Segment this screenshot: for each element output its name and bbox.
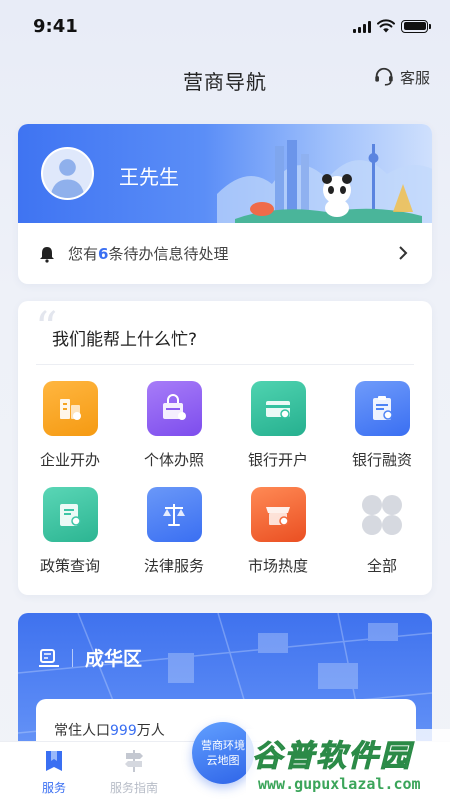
help-title: 我们能帮上什么忙?: [52, 330, 198, 350]
todo-suffix: 条待办信息待处理: [108, 245, 229, 263]
divider: [36, 364, 414, 365]
tab-label: 服务指南: [109, 781, 158, 795]
map-button-line1: 营商环境: [201, 739, 245, 752]
city-skyline-illustration: [217, 140, 432, 223]
todo-notice[interactable]: 您有6条待办信息待处理: [18, 223, 432, 284]
wifi-icon: [377, 19, 395, 33]
chevron-right-icon: [399, 246, 408, 260]
avatar[interactable]: [41, 147, 94, 200]
signpost-icon: [125, 750, 143, 772]
service-market-heat[interactable]: 市场热度: [226, 487, 330, 579]
shop-bag-icon: [146, 381, 202, 436]
battery-icon: [401, 19, 431, 33]
service-label: 银行融资: [351, 451, 412, 469]
watermark: 谷普软件园 www.gupuxlazal.com: [246, 729, 450, 800]
service-legal[interactable]: 法律服务: [122, 487, 226, 579]
scales-icon: [146, 487, 202, 542]
bank-card-icon: [250, 381, 306, 436]
four-petal-icon: [354, 487, 410, 542]
signal-icon: [353, 20, 371, 33]
service-label: 银行开户: [247, 451, 308, 469]
service-individual-license[interactable]: 个体办照: [122, 381, 226, 473]
finance-doc-icon: [354, 381, 410, 436]
population-text: 常住人口999万人: [54, 720, 165, 740]
bell-icon: [40, 246, 54, 263]
todo-prefix: 您有: [68, 245, 99, 263]
service-company-registration[interactable]: 企业开办: [18, 381, 122, 473]
policy-doc-icon: [42, 487, 98, 542]
building-icon: [42, 381, 98, 436]
customer-service-button[interactable]: 客服: [373, 66, 430, 88]
map-button-line2: 云地图: [206, 754, 240, 767]
service-label: 企业开办: [39, 451, 100, 469]
customer-service-label: 客服: [399, 68, 430, 87]
tab-service-guide[interactable]: 服务指南: [94, 748, 174, 796]
service-all[interactable]: 全部: [330, 487, 434, 579]
todo-notice-text: 您有6条待办信息待处理: [68, 243, 228, 264]
district-header: 成华区: [38, 644, 142, 671]
population-prefix: 常住人口: [54, 723, 110, 739]
service-tab-icon: [46, 751, 62, 771]
watermark-url: www.gupuxlazal.com: [258, 775, 421, 793]
service-label: 个体办照: [143, 451, 204, 469]
divider: [72, 648, 73, 667]
tab-service[interactable]: 服务: [14, 748, 94, 796]
todo-count: 6: [98, 245, 109, 263]
headset-icon: [375, 67, 393, 86]
watermark-title: 谷普软件园: [252, 739, 412, 775]
status-bar: 9:41: [0, 0, 450, 52]
navbar: 营商导航 客服: [0, 60, 450, 100]
status-icons: [353, 19, 431, 33]
user-name: 王先生: [119, 165, 179, 189]
service-label: 政策查询: [39, 557, 100, 575]
service-label: 全部: [366, 557, 397, 575]
user-card: 王先生 您有6条待办信息待处理: [18, 124, 432, 284]
population-unit: 万人: [136, 723, 165, 739]
service-policy-query[interactable]: 政策查询: [18, 487, 122, 579]
district-name: 成华区: [85, 648, 143, 670]
user-banner: 王先生: [18, 124, 432, 223]
service-bank-account[interactable]: 银行开户: [226, 381, 330, 473]
business-environment-map-button[interactable]: 营商环境 云地图: [192, 722, 254, 784]
service-bank-financing[interactable]: 银行融资: [330, 381, 434, 473]
district-map-icon: [39, 648, 59, 667]
status-time: 9:41: [33, 16, 78, 37]
service-label: 市场热度: [247, 557, 308, 575]
service-label: 法律服务: [143, 557, 204, 575]
help-card: “ 我们能帮上什么忙? 企业开办 个体办照 银行开户 银行融资 政策查询 法律服…: [18, 301, 432, 595]
tab-label: 服务: [41, 781, 66, 795]
user-avatar-icon: [43, 149, 92, 198]
population-value: 999: [110, 723, 137, 739]
market-stall-icon: [250, 487, 306, 542]
